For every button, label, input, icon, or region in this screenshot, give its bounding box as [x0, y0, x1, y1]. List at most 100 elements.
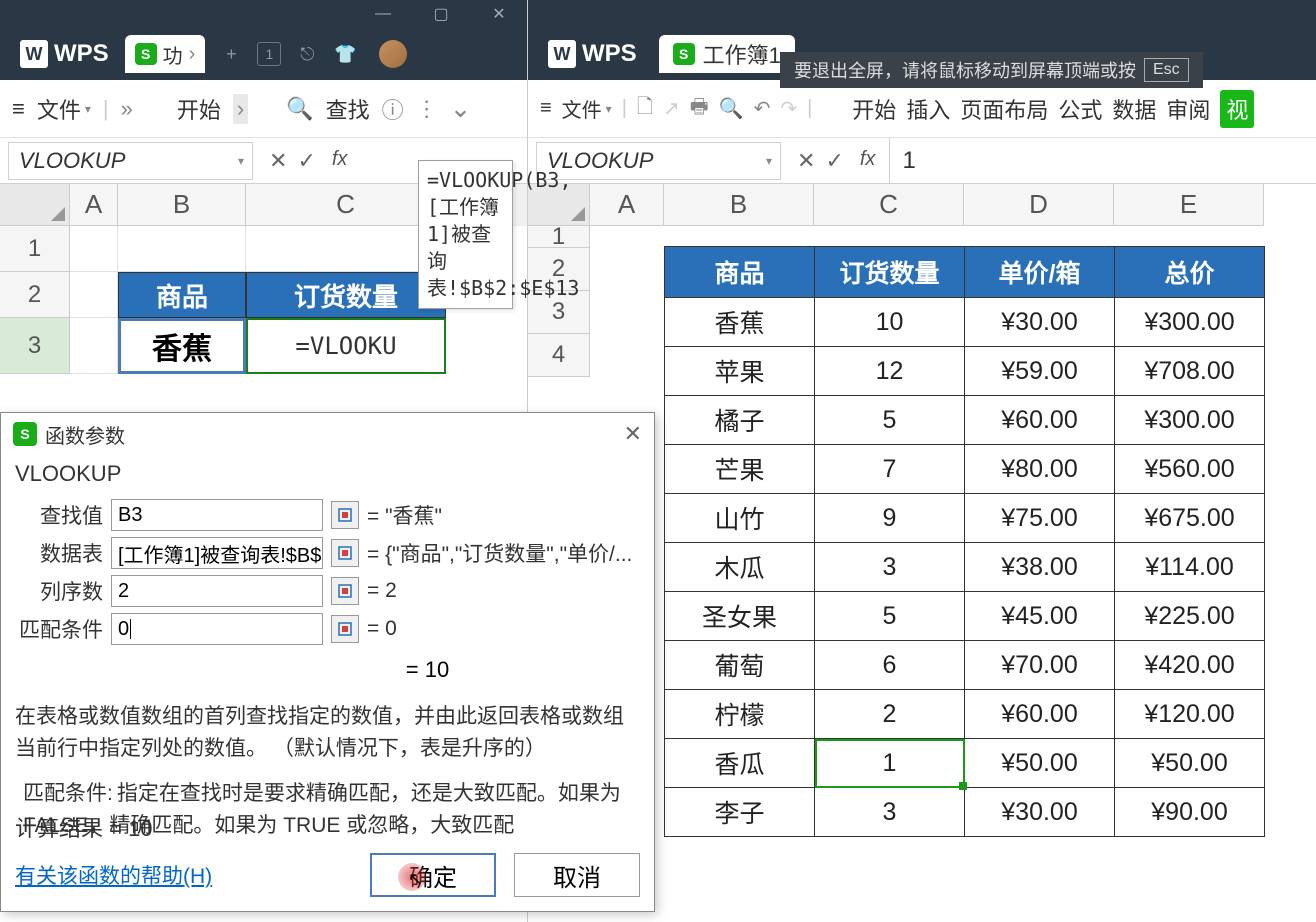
- shirt-icon[interactable]: 👕: [333, 42, 357, 66]
- cell-B3[interactable]: 香蕉: [118, 318, 246, 374]
- range-select-icon[interactable]: [331, 577, 359, 605]
- search-icon[interactable]: 🔍: [286, 96, 313, 122]
- cell[interactable]: ¥50.00: [1115, 739, 1265, 788]
- dialog-titlebar[interactable]: S 函数参数 ✕: [1, 413, 654, 455]
- cell[interactable]: [70, 226, 118, 272]
- save-icon[interactable]: 🗋: [637, 92, 653, 126]
- cell[interactable]: 李子: [665, 788, 815, 837]
- chevron-down-icon[interactable]: ⌄: [450, 93, 472, 124]
- col-header-A[interactable]: A: [70, 184, 118, 226]
- header-price[interactable]: 单价/箱: [965, 247, 1115, 298]
- row-header-3[interactable]: 3: [0, 318, 70, 374]
- menu-view[interactable]: 视: [1220, 90, 1254, 128]
- cell[interactable]: 橘子: [665, 396, 815, 445]
- menu-review[interactable]: 审阅: [1166, 93, 1210, 125]
- more-icon[interactable]: »: [121, 96, 133, 122]
- row-header-1[interactable]: 1: [0, 226, 70, 272]
- arg-lookup-input[interactable]: B3: [111, 499, 323, 531]
- cell[interactable]: [246, 226, 446, 272]
- col-header-C[interactable]: C: [814, 184, 964, 226]
- cell-selected[interactable]: 1: [815, 739, 965, 788]
- cell[interactable]: 柠檬: [665, 690, 815, 739]
- hamburger-icon[interactable]: ≡: [12, 96, 25, 122]
- cell[interactable]: 2: [815, 690, 965, 739]
- share-icon[interactable]: ↗: [663, 96, 680, 121]
- start-menu[interactable]: 开始: [177, 93, 221, 125]
- name-box[interactable]: VLOOKUP ▾: [536, 142, 781, 180]
- cancel-button[interactable]: 取消: [514, 853, 640, 897]
- col-header-B[interactable]: B: [664, 184, 814, 226]
- cell[interactable]: ¥560.00: [1115, 445, 1265, 494]
- cancel-formula-icon[interactable]: ✕: [269, 148, 287, 174]
- cell[interactable]: ¥50.00: [965, 739, 1115, 788]
- header-product[interactable]: 商品: [665, 247, 815, 298]
- accept-formula-icon[interactable]: ✓: [297, 148, 315, 174]
- avatar[interactable]: [379, 40, 407, 68]
- cell[interactable]: 山竹: [665, 494, 815, 543]
- cell[interactable]: 葡萄: [665, 641, 815, 690]
- fx-icon[interactable]: fx: [854, 148, 882, 174]
- cell[interactable]: ¥45.00: [965, 592, 1115, 641]
- cell[interactable]: 木瓜: [665, 543, 815, 592]
- cell[interactable]: ¥708.00: [1115, 347, 1265, 396]
- cell[interactable]: ¥38.00: [965, 543, 1115, 592]
- tab-active[interactable]: S 功 ›: [125, 35, 206, 73]
- close-icon[interactable]: ✕: [624, 421, 642, 447]
- cell[interactable]: 圣女果: [665, 592, 815, 641]
- cell[interactable]: 5: [815, 592, 965, 641]
- tab-active[interactable]: S 工作簿1: [659, 35, 795, 73]
- cell[interactable]: ¥90.00: [1115, 788, 1265, 837]
- cell[interactable]: [118, 226, 246, 272]
- range-select-icon[interactable]: [331, 615, 359, 643]
- cell[interactable]: 7: [815, 445, 965, 494]
- cell[interactable]: ¥75.00: [965, 494, 1115, 543]
- find-menu[interactable]: 查找: [326, 93, 370, 125]
- cell[interactable]: 5: [815, 396, 965, 445]
- cell[interactable]: ¥114.00: [1115, 543, 1265, 592]
- redo-icon[interactable]: ↷: [780, 96, 797, 121]
- cell[interactable]: ¥70.00: [965, 641, 1115, 690]
- row-header[interactable]: 1: [528, 226, 590, 248]
- name-box[interactable]: VLOOKUP ▾: [8, 142, 253, 180]
- cell[interactable]: ¥300.00: [1115, 396, 1265, 445]
- print-preview-icon[interactable]: 🔍: [719, 96, 744, 121]
- header-qty[interactable]: 订货数量: [815, 247, 965, 298]
- cell[interactable]: ¥300.00: [1115, 298, 1265, 347]
- hamburger-icon[interactable]: ≡: [540, 97, 552, 120]
- maximize-button[interactable]: ▢: [421, 4, 461, 24]
- formula-input[interactable]: 1: [889, 138, 1316, 183]
- cell[interactable]: 12: [815, 347, 965, 396]
- close-button[interactable]: ✕: [479, 4, 519, 24]
- menu-layout[interactable]: 页面布局: [960, 93, 1048, 125]
- cell[interactable]: 3: [815, 543, 965, 592]
- wps-logo[interactable]: W WPS: [8, 40, 121, 68]
- cell[interactable]: ¥30.00: [965, 788, 1115, 837]
- tree-icon[interactable]: ⎋: [295, 42, 319, 66]
- col-header-B[interactable]: B: [118, 184, 246, 226]
- cell[interactable]: 香蕉: [665, 298, 815, 347]
- chevron-down-icon[interactable]: ▾: [766, 154, 772, 168]
- range-select-icon[interactable]: [331, 539, 359, 567]
- col-header-D[interactable]: D: [964, 184, 1114, 226]
- arg-table-input[interactable]: [工作簿1]被查询表!$B$2: [111, 537, 323, 569]
- cell[interactable]: 9: [815, 494, 965, 543]
- print-icon[interactable]: 🖶: [690, 92, 709, 126]
- header-total[interactable]: 总价: [1115, 247, 1265, 298]
- cell[interactable]: ¥60.00: [965, 690, 1115, 739]
- fx-icon[interactable]: fx: [326, 148, 354, 174]
- new-tab-button[interactable]: +: [219, 42, 243, 66]
- col-header-C[interactable]: C: [246, 184, 446, 226]
- wps-logo[interactable]: W WPS: [536, 40, 649, 68]
- cell[interactable]: ¥80.00: [965, 445, 1115, 494]
- tab-list-button[interactable]: 1: [257, 42, 281, 66]
- cell[interactable]: ¥675.00: [1115, 494, 1265, 543]
- row-header-2[interactable]: 2: [0, 272, 70, 318]
- col-header-E[interactable]: E: [1114, 184, 1264, 226]
- menu-formula[interactable]: 公式: [1058, 93, 1102, 125]
- minimize-button[interactable]: —: [363, 4, 403, 24]
- menu-insert[interactable]: 插入: [906, 93, 950, 125]
- cell[interactable]: 3: [815, 788, 965, 837]
- cell[interactable]: ¥30.00: [965, 298, 1115, 347]
- cell[interactable]: [70, 272, 118, 318]
- accept-formula-icon[interactable]: ✓: [825, 148, 843, 174]
